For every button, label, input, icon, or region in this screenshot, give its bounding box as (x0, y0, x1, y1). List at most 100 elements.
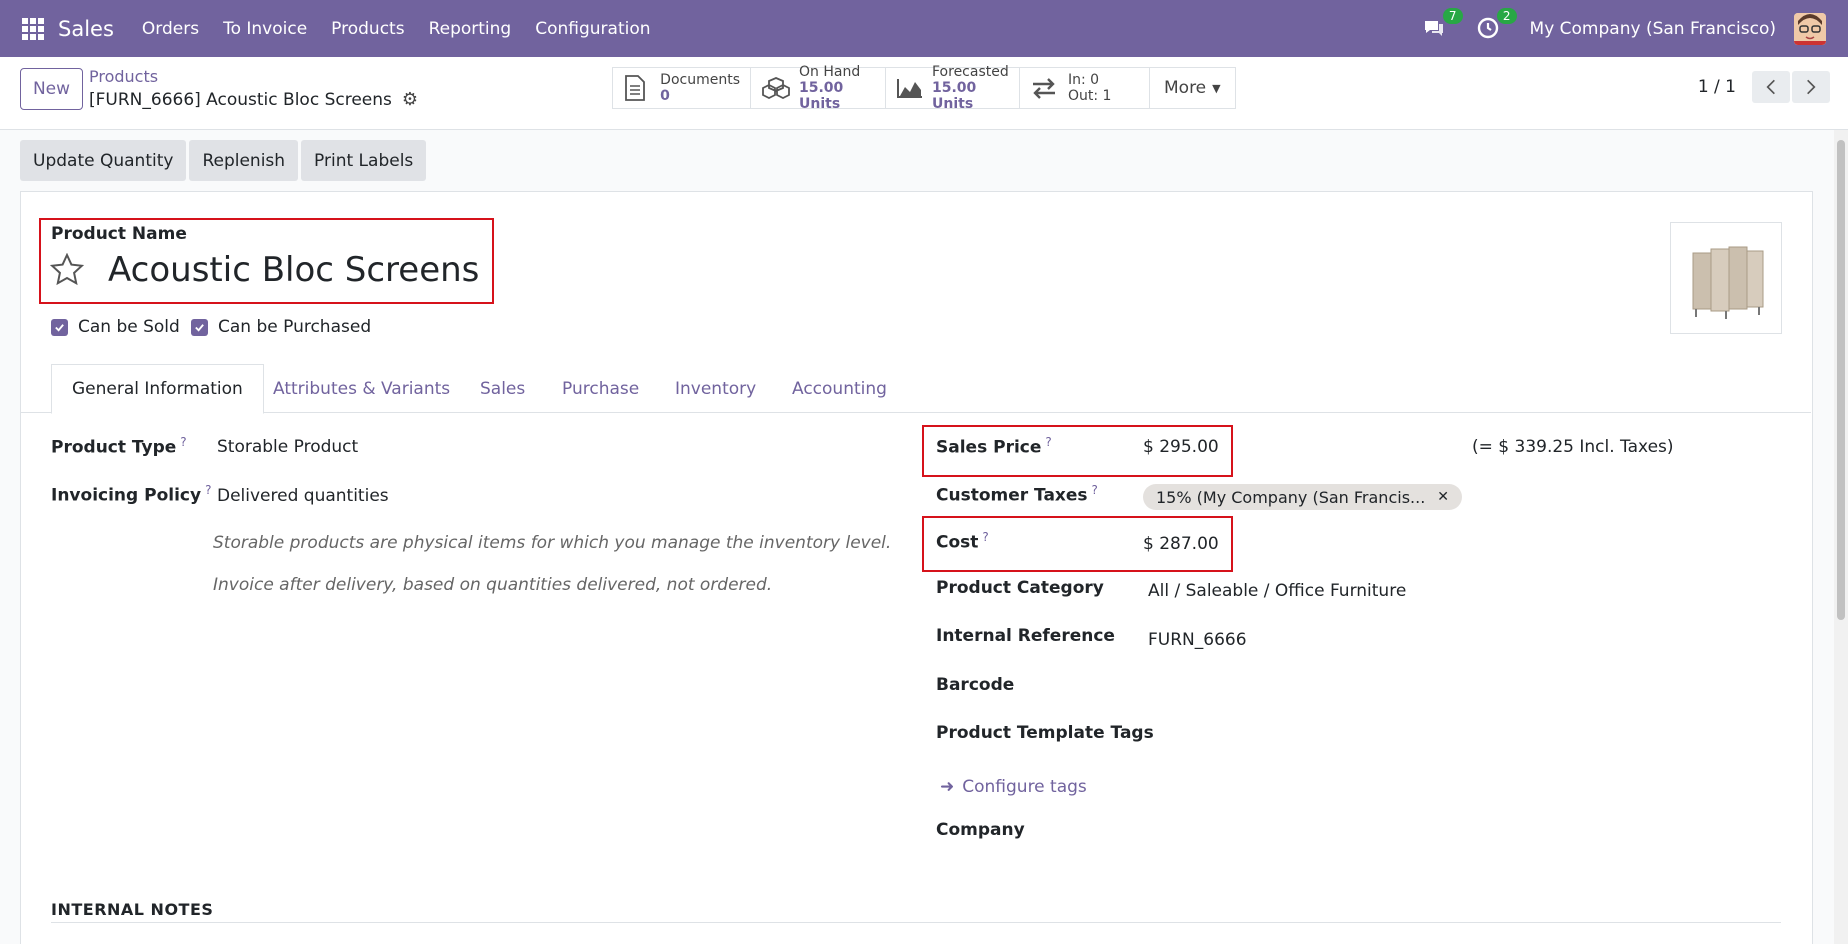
invoicing-policy-field[interactable]: Delivered quantities (217, 486, 389, 506)
document-icon (623, 75, 652, 101)
breadcrumb-products[interactable]: Products (89, 67, 418, 86)
user-avatar[interactable] (1794, 12, 1826, 45)
tab-sales[interactable]: Sales (480, 364, 525, 413)
customer-tax-tag[interactable]: 15% (My Company (San Francis... ✕ (1143, 484, 1463, 510)
forecasted-value: 15.00 Units (932, 80, 977, 112)
help-tooltip-icon[interactable]: ? (205, 483, 211, 497)
messages-icon[interactable]: 7 (1422, 6, 1464, 42)
product-type-label-text: Product Type (51, 437, 177, 458)
star-icon[interactable] (49, 252, 85, 287)
on-hand-value: 15.00 Units (799, 80, 844, 112)
more-label: More (1164, 78, 1207, 98)
product-image[interactable] (1670, 222, 1782, 334)
pager-previous-button[interactable] (1752, 71, 1790, 103)
tab-attributes-variants[interactable]: Attributes & Variants (273, 364, 450, 413)
help-tooltip-icon[interactable]: ? (180, 435, 186, 449)
arrow-right-icon: ➜ (940, 777, 955, 797)
menu-configuration[interactable]: Configuration (535, 19, 650, 39)
barcode-label: Barcode (936, 675, 1015, 695)
configure-tags-link[interactable]: ➜ Configure tags (940, 777, 1087, 797)
forecasted-smart-button[interactable]: Forecasted 15.00 Units (886, 64, 1020, 112)
can-be-purchased-row: Can be Purchased (191, 317, 371, 337)
documents-value: 0 (660, 88, 670, 104)
replenish-button[interactable]: Replenish (189, 140, 299, 181)
app-name[interactable]: Sales (58, 17, 114, 41)
menu-products[interactable]: Products (331, 19, 404, 39)
menu-to-invoice[interactable]: To Invoice (223, 19, 307, 39)
area-chart-icon (896, 75, 924, 101)
close-icon[interactable]: ✕ (1437, 489, 1449, 505)
app-menu-icon[interactable] (22, 17, 44, 40)
documents-label: Documents (660, 72, 740, 88)
cost-label-text: Cost (936, 532, 979, 553)
tab-inventory[interactable]: Inventory (675, 364, 756, 413)
chevron-left-icon (1766, 79, 1775, 95)
smart-buttons: Documents 0 On Hand 15.00 Units Forecasted… (612, 64, 1236, 112)
exchange-arrows-icon (1030, 75, 1060, 101)
can-be-sold-label: Can be Sold (78, 317, 180, 337)
pager-value[interactable]: 1 / 1 (1698, 77, 1736, 97)
print-labels-button[interactable]: Print Labels (301, 140, 427, 181)
breadcrumb-current-label: [FURN_6666] Acoustic Bloc Screens (89, 89, 392, 110)
pager: 1 / 1 (1698, 71, 1830, 103)
menu-reporting[interactable]: Reporting (429, 19, 512, 39)
in-out-smart-button[interactable]: In: 0 Out: 1 (1020, 68, 1150, 108)
customer-taxes-label-text: Customer Taxes (936, 485, 1088, 506)
tab-accounting[interactable]: Accounting (792, 364, 887, 413)
product-category-label: Product Category (936, 578, 1104, 598)
customer-tax-tag-label: 15% (My Company (San Francis... (1156, 487, 1426, 507)
internal-notes-divider (51, 922, 1781, 923)
tab-general-information[interactable]: General Information (51, 364, 264, 414)
menu-orders[interactable]: Orders (142, 19, 199, 39)
control-panel: New Products [FURN_6666] Acoustic Bloc S… (0, 57, 1848, 130)
sales-price-label: Sales Price? (936, 435, 1052, 458)
breadcrumb: Products [FURN_6666] Acoustic Bloc Scree… (89, 67, 418, 110)
activities-count-badge: 2 (1495, 6, 1518, 25)
on-hand-label: On Hand (799, 64, 861, 80)
internal-reference-label: Internal Reference (936, 626, 1115, 646)
new-button[interactable]: New (20, 68, 83, 110)
notebook-tabs: General Information Attributes & Variant… (20, 364, 1811, 414)
sales-price-field[interactable]: $ 295.00 (1143, 437, 1219, 457)
more-dropdown[interactable]: More ▼ (1150, 68, 1235, 108)
cost-label: Cost? (936, 530, 989, 553)
caret-down-icon: ▼ (1212, 81, 1221, 95)
update-quantity-button[interactable]: Update Quantity (20, 140, 187, 181)
product-name-label: Product Name (51, 224, 187, 244)
on-hand-smart-button[interactable]: On Hand 15.00 Units (751, 64, 886, 112)
product-type-field[interactable]: Storable Product (217, 437, 358, 457)
scrollbar-thumb[interactable] (1837, 140, 1845, 620)
top-navbar: Sales Orders To Invoice Products Reporti… (0, 0, 1848, 57)
company-switcher[interactable]: My Company (San Francisco) (1530, 19, 1776, 39)
in-count-label: In: 0 (1068, 72, 1100, 88)
cost-field[interactable]: $ 287.00 (1143, 534, 1219, 554)
storable-help-text: Storable products are physical items for… (213, 533, 892, 553)
documents-smart-button[interactable]: Documents 0 (613, 68, 751, 108)
can-be-purchased-label: Can be Purchased (218, 317, 372, 337)
customer-taxes-label: Customer Taxes? (936, 483, 1098, 506)
incl-taxes-text: (= $ 339.25 Incl. Taxes) (1472, 437, 1674, 457)
help-tooltip-icon[interactable]: ? (1092, 483, 1098, 497)
can-be-sold-checkbox[interactable] (51, 318, 68, 336)
internal-notes-title: INTERNAL NOTES (51, 900, 214, 919)
forecasted-label: Forecasted (932, 64, 1009, 80)
gear-icon[interactable]: ⚙ (402, 89, 418, 110)
internal-reference-field[interactable]: FURN_6666 (1148, 630, 1247, 650)
configure-tags-label: Configure tags (962, 777, 1087, 797)
activities-clock-icon[interactable]: 2 (1476, 6, 1518, 42)
product-name-input[interactable]: Acoustic Bloc Screens (108, 250, 479, 290)
out-count-label: Out: 1 (1068, 88, 1112, 104)
can-be-sold-row: Can be Sold (51, 317, 180, 337)
help-tooltip-icon[interactable]: ? (982, 530, 988, 544)
pager-next-button[interactable] (1792, 71, 1830, 103)
tab-purchase[interactable]: Purchase (562, 364, 639, 413)
cubes-icon (761, 75, 791, 101)
help-tooltip-icon[interactable]: ? (1045, 435, 1051, 449)
messages-count-badge: 7 (1441, 6, 1464, 25)
invoice-help-text: Invoice after delivery, based on quantit… (213, 575, 773, 595)
chevron-right-icon (1807, 79, 1816, 95)
can-be-purchased-checkbox[interactable] (191, 318, 208, 336)
product-category-field[interactable]: All / Saleable / Office Furniture (1148, 581, 1406, 601)
scrollbar[interactable] (1834, 130, 1848, 944)
sales-price-label-text: Sales Price (936, 437, 1042, 458)
